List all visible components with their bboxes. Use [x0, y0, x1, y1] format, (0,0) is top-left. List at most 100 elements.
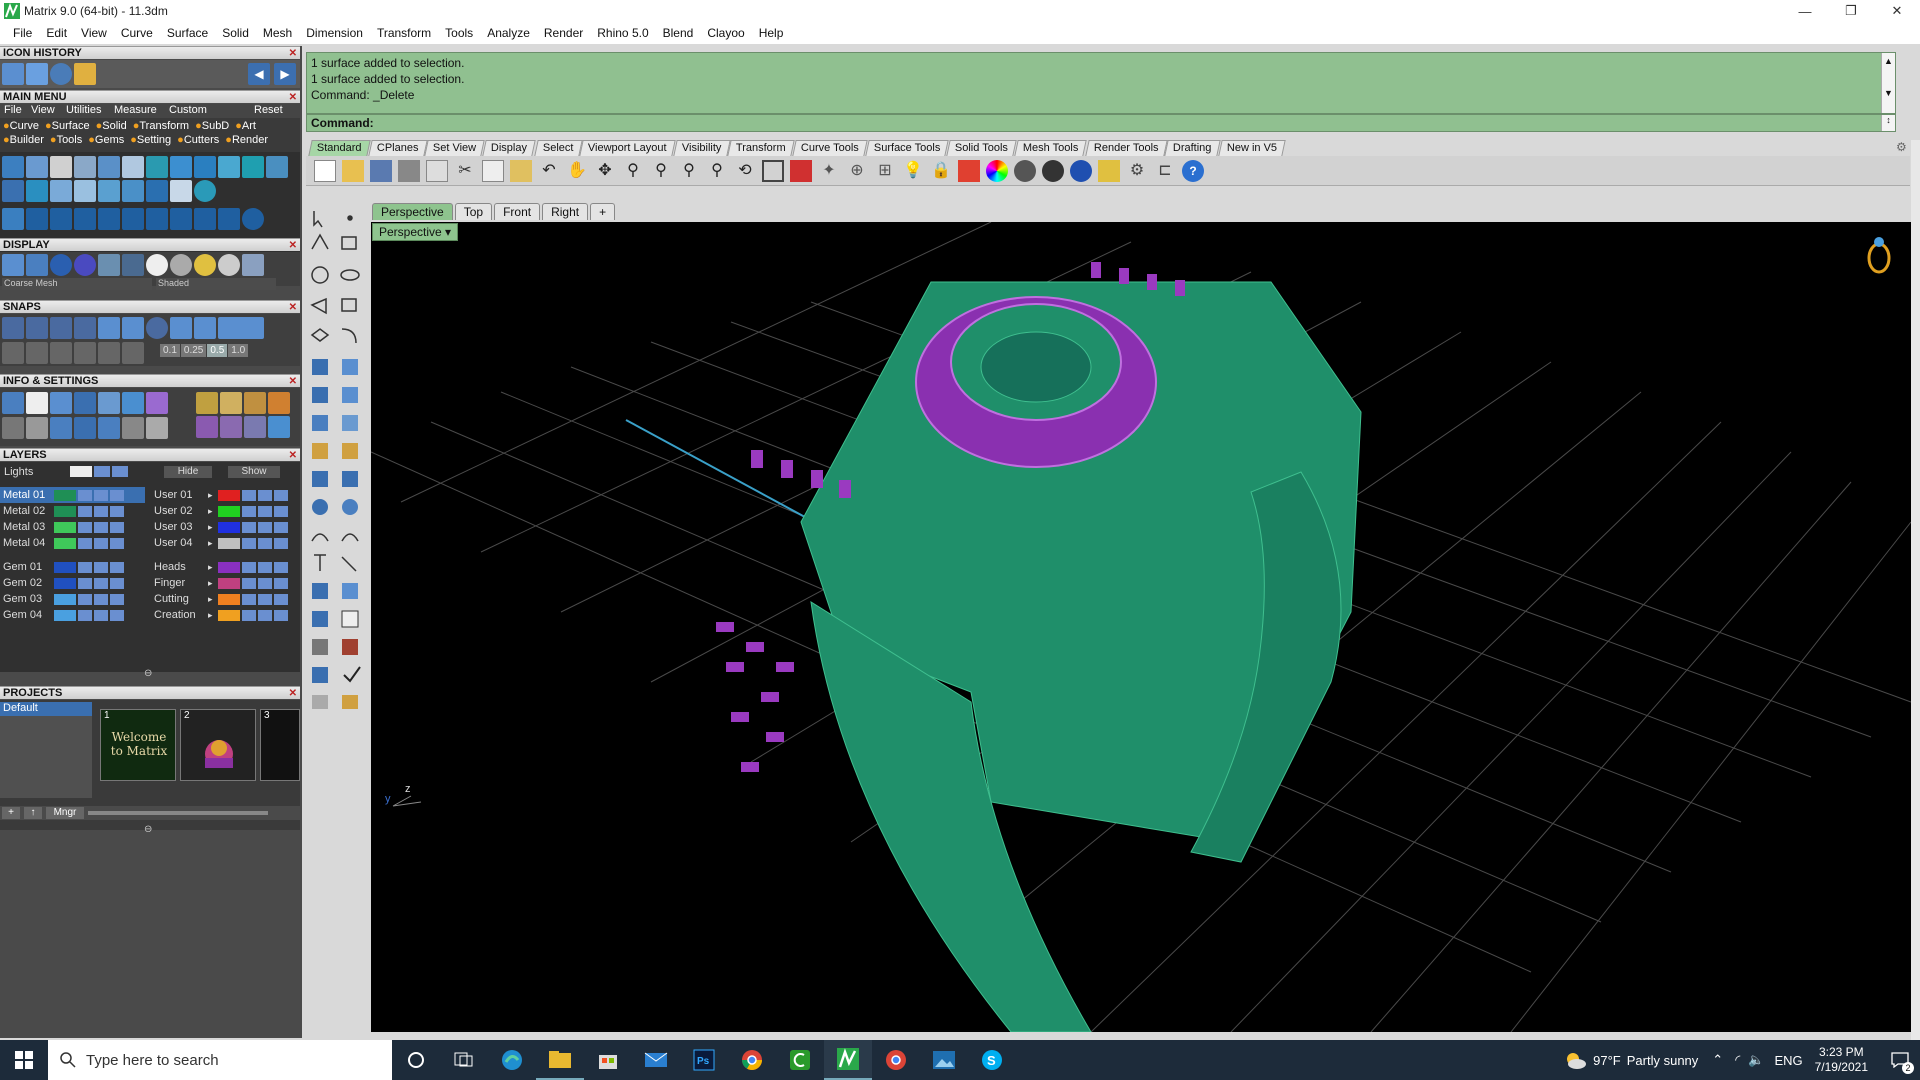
copy-icon[interactable]	[482, 160, 504, 182]
report-icon[interactable]	[98, 392, 120, 414]
menu-transform[interactable]: Transform	[370, 26, 438, 40]
tab-front[interactable]: Front	[494, 203, 541, 220]
layer-color[interactable]	[218, 609, 240, 621]
bezel-tool-icon[interactable]	[98, 156, 120, 178]
snap-point-icon[interactable]	[50, 317, 72, 339]
select-layer-icon[interactable]	[110, 561, 124, 573]
lights-visible-icon[interactable]	[112, 466, 128, 477]
project-default[interactable]: Default	[0, 702, 92, 716]
eye-icon[interactable]	[94, 521, 108, 533]
camtasia-icon[interactable]	[776, 1040, 824, 1080]
category-transform[interactable]: ●Transform	[133, 120, 189, 132]
link-tool-icon[interactable]	[26, 180, 48, 202]
snap-perp-icon[interactable]	[146, 317, 168, 339]
command-dropdown[interactable]: ↕	[1881, 115, 1895, 131]
chain-tool-icon[interactable]	[2, 180, 24, 202]
layer-color[interactable]	[54, 577, 76, 589]
axis-icon[interactable]	[122, 417, 144, 439]
text-tool-icon[interactable]	[50, 180, 72, 202]
menu-view[interactable]: View	[74, 26, 114, 40]
layout-grid-icon[interactable]	[2, 417, 24, 439]
zoom-extents-icon[interactable]: ⚲	[678, 160, 700, 182]
snap-quad-icon[interactable]	[194, 317, 216, 339]
eye-icon[interactable]	[258, 593, 272, 605]
save-icon[interactable]	[370, 160, 392, 182]
menu-tools[interactable]: Tools	[438, 26, 480, 40]
rotate-view-icon[interactable]: ⟲	[734, 160, 756, 182]
tab-new-in-v5[interactable]: New in V5	[1218, 140, 1286, 156]
rendered-ball-icon[interactable]	[74, 254, 96, 276]
snap-value-10[interactable]: 1.0	[228, 344, 249, 357]
layers-collapse-icon[interactable]: ⊖	[144, 668, 152, 679]
arrow-right-icon[interactable]: ▶	[274, 63, 296, 85]
project-thumb-1[interactable]: 1 Welcome to Matrix	[100, 709, 176, 781]
skype-icon[interactable]: S	[968, 1040, 1016, 1080]
gray-ball-icon[interactable]	[170, 254, 192, 276]
lights-lock-icon[interactable]	[94, 466, 110, 477]
select-layer-icon[interactable]	[110, 609, 124, 621]
lock-icon[interactable]	[242, 577, 256, 589]
layer-color[interactable]	[218, 561, 240, 573]
snap-end-icon[interactable]	[2, 317, 24, 339]
lock-icon[interactable]	[78, 609, 92, 621]
layer-color[interactable]	[54, 521, 76, 533]
settings-icon[interactable]	[2, 392, 24, 414]
dots-icon[interactable]	[220, 416, 242, 438]
expand-icon[interactable]: ▸	[208, 506, 218, 517]
profile-tool-icon[interactable]	[146, 208, 168, 230]
viewport-icon[interactable]	[26, 63, 48, 85]
lock-icon[interactable]	[78, 593, 92, 605]
tab-solid-tools[interactable]: Solid Tools	[946, 140, 1018, 156]
tab-visibility[interactable]: Visibility	[673, 140, 731, 156]
move-tool-icon[interactable]	[98, 208, 120, 230]
lock-icon[interactable]	[78, 561, 92, 573]
tab-cplanes[interactable]: CPlanes	[367, 140, 427, 156]
eye-icon[interactable]	[258, 537, 272, 549]
menu-render[interactable]: Render	[537, 26, 590, 40]
scale-tool-icon[interactable]	[218, 208, 240, 230]
snap-near-icon[interactable]	[26, 317, 48, 339]
eye-icon[interactable]	[258, 577, 272, 589]
close-icon[interactable]: ✕	[289, 239, 297, 252]
shaded-ball-icon[interactable]	[50, 254, 72, 276]
select-layer-icon[interactable]	[110, 537, 124, 549]
undo-icon[interactable]: ↶	[538, 160, 560, 182]
eye-icon[interactable]	[94, 561, 108, 573]
layer-color[interactable]	[54, 537, 76, 549]
category-cutters[interactable]: ●Cutters	[177, 134, 219, 146]
toolbar-settings-icon[interactable]: ⚙	[1896, 140, 1907, 154]
import-icon[interactable]	[426, 160, 448, 182]
category-setting[interactable]: ●Setting	[130, 134, 171, 146]
tab-mesh-tools[interactable]: Mesh Tools	[1014, 140, 1088, 156]
print-icon[interactable]	[398, 160, 420, 182]
cylinder-icon[interactable]	[74, 417, 96, 439]
pencil-icon[interactable]	[122, 392, 144, 414]
lock-icon[interactable]	[78, 537, 92, 549]
pave-tool-icon[interactable]	[26, 156, 48, 178]
cutter-tool-icon[interactable]	[146, 156, 168, 178]
gumball-icon[interactable]	[122, 342, 144, 364]
dims-icon[interactable]: ⊏	[1154, 160, 1176, 182]
layer-row[interactable]: User 01 ▸	[152, 487, 298, 503]
layer-row[interactable]: Heads ▸	[152, 559, 298, 575]
array-tool-icon[interactable]	[98, 180, 120, 202]
xray-icon[interactable]	[122, 254, 144, 276]
eye-icon[interactable]	[94, 593, 108, 605]
cube-info-icon[interactable]	[74, 392, 96, 414]
menu-mesh[interactable]: Mesh	[256, 26, 299, 40]
frame-icon[interactable]	[220, 392, 242, 414]
select-layer-icon[interactable]	[274, 521, 288, 533]
expand-icon[interactable]: ▸	[208, 538, 218, 549]
layer-row[interactable]: Gem 03	[0, 591, 145, 607]
category-art[interactable]: ●Art	[235, 120, 256, 132]
main-menu-measure[interactable]: Measure	[114, 104, 169, 118]
crown-tool-icon[interactable]	[146, 180, 168, 202]
ghost-icon[interactable]	[98, 254, 120, 276]
cortana-icon[interactable]	[392, 1040, 440, 1080]
layer-color[interactable]	[54, 593, 76, 605]
curve-tool-icon[interactable]	[50, 208, 72, 230]
category-gems[interactable]: ●Gems	[88, 134, 124, 146]
expand-icon[interactable]: ▸	[208, 490, 218, 501]
menu-file[interactable]: File	[6, 26, 39, 40]
expand-icon[interactable]: ▸	[208, 594, 218, 605]
